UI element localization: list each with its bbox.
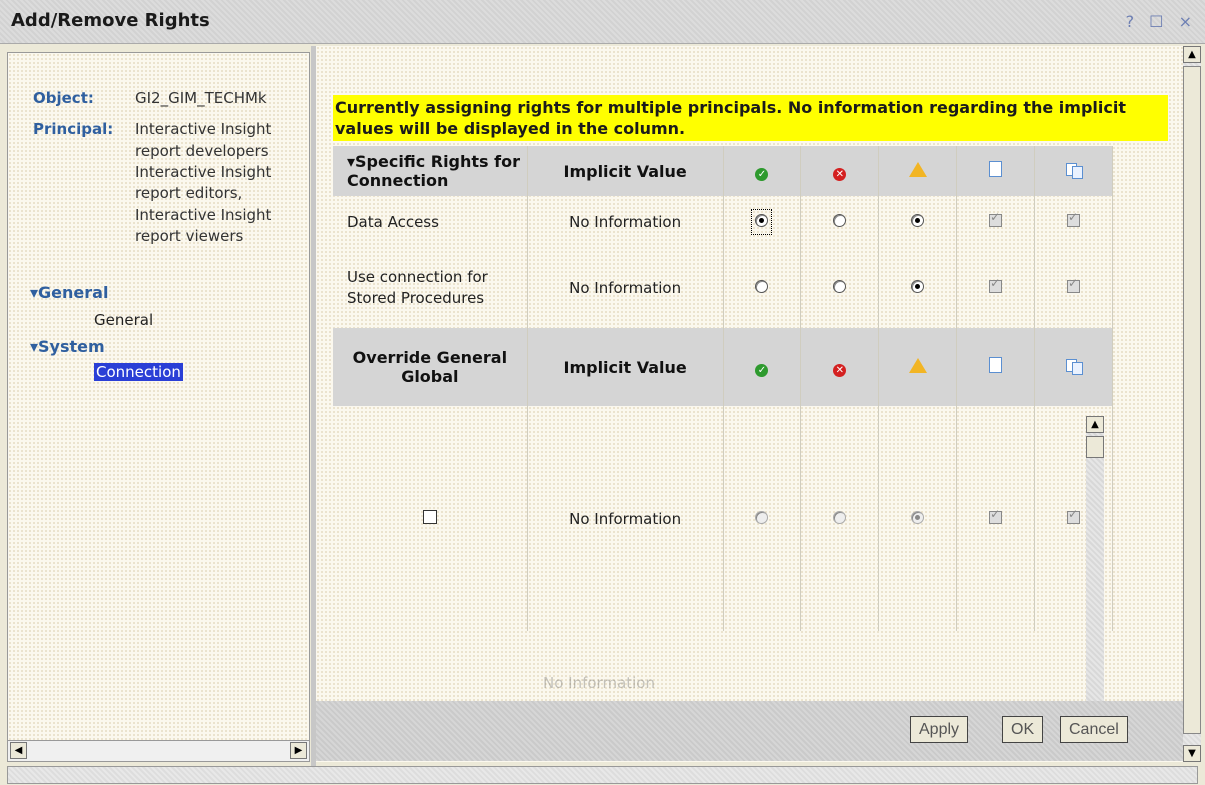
rights-table: ▾Specific Rights for Connection Implicit…: [333, 146, 1113, 631]
status-bar: [7, 766, 1198, 784]
implicit-value-header: Implicit Value: [527, 328, 724, 406]
maximize-icon[interactable]: ☐: [1149, 12, 1168, 31]
document-icon: [989, 357, 1003, 373]
tree-node-system[interactable]: ▾System: [30, 337, 105, 356]
granted-column-header: ✓: [723, 146, 802, 196]
tree-item-connection[interactable]: Connection: [94, 363, 183, 381]
apply-button[interactable]: Apply: [910, 716, 969, 743]
implicit-value: No Information: [543, 674, 655, 692]
denied-radio[interactable]: [833, 280, 847, 293]
object-value: GI2_GIM_TECHMk: [135, 89, 267, 107]
tree-node-general[interactable]: ▾General: [30, 283, 108, 302]
documents-icon: [1065, 358, 1083, 375]
document-icon: [989, 161, 1003, 177]
close-icon[interactable]: ×: [1179, 12, 1197, 31]
title-bar: Add/Remove Rights ? ☐ ×: [0, 0, 1205, 44]
object-label: Object:: [33, 89, 94, 107]
denied-radio[interactable]: [833, 214, 847, 227]
scroll-thumb[interactable]: [1183, 66, 1201, 734]
help-icon[interactable]: ?: [1126, 12, 1140, 31]
tree-item-general[interactable]: General: [94, 311, 153, 329]
denied-radio[interactable]: [833, 510, 847, 524]
check-green-icon: ✓: [755, 363, 769, 377]
apply-object-checkbox[interactable]: [989, 276, 1003, 293]
scroll-up-icon[interactable]: ▲: [1183, 46, 1201, 63]
table-row: Use connection for Stored Procedures No …: [333, 248, 1113, 328]
scroll-up-icon[interactable]: ▲: [1086, 416, 1104, 433]
scroll-down-icon[interactable]: ▼: [1183, 745, 1201, 762]
deny-red-icon: ✕: [833, 167, 847, 181]
left-pane: Object: GI2_GIM_TECHMk Principal: Intera…: [7, 52, 310, 762]
implicit-value: No Information: [527, 406, 724, 631]
scroll-left-icon[interactable]: ◀: [10, 742, 27, 759]
table-row: No Information: [333, 406, 1113, 631]
section-header-specific-rights[interactable]: ▾Specific Rights for Connection: [333, 146, 528, 196]
check-green-icon: ✓: [755, 167, 769, 181]
focus-outline: [751, 209, 773, 235]
apply-object-checkbox[interactable]: [989, 210, 1003, 227]
cancel-button[interactable]: Cancel: [1060, 716, 1128, 743]
table-header: Override General Global Implicit Value ✓…: [333, 328, 1113, 406]
inner-vertical-scrollbar[interactable]: ▲: [1086, 416, 1104, 701]
apply-subobject-column-header: [1034, 146, 1113, 196]
principal-line: Interactive Insight: [135, 206, 272, 224]
implicit-value: No Information: [527, 248, 724, 328]
granted-radio[interactable]: [755, 214, 769, 227]
apply-subobject-checkbox[interactable]: [1067, 276, 1081, 293]
denied-column-header: ✕: [800, 146, 880, 196]
not-specified-column-header: [878, 146, 958, 196]
principal-line: report developers: [135, 142, 269, 160]
vertical-scrollbar[interactable]: ▲ ▼: [1183, 46, 1201, 762]
apply-object-checkbox[interactable]: [989, 507, 1003, 524]
warning-icon: [908, 161, 927, 177]
override-checkbox[interactable]: [422, 509, 437, 524]
rights-pane: Currently assigning rights for multiple …: [316, 46, 1184, 762]
scroll-right-icon[interactable]: ▶: [290, 742, 307, 759]
not-specified-radio[interactable]: [911, 214, 925, 227]
scroll-thumb[interactable]: [1086, 436, 1104, 458]
partially-visible-row: No Information: [333, 656, 1113, 706]
ok-button[interactable]: OK: [1002, 716, 1044, 743]
multi-principal-banner: Currently assigning rights for multiple …: [333, 95, 1168, 141]
apply-object-column-header: [956, 146, 1036, 196]
section-header-override: Override General Global: [333, 328, 528, 406]
implicit-value-header: Implicit Value: [527, 146, 724, 196]
not-specified-radio[interactable]: [911, 510, 925, 524]
table-row: Data Access No Information: [333, 196, 1113, 248]
window-title: Add/Remove Rights: [11, 10, 210, 31]
principal-label: Principal:: [33, 120, 114, 138]
principal-line: Interactive Insight: [135, 120, 272, 138]
warning-icon: [908, 357, 927, 373]
table-header: ▾Specific Rights for Connection Implicit…: [333, 146, 1113, 196]
window-controls: ? ☐ ×: [1126, 12, 1197, 31]
horizontal-scrollbar[interactable]: ◀ ▶: [8, 740, 309, 761]
granted-radio[interactable]: [755, 280, 769, 293]
principal-line: Interactive Insight: [135, 163, 272, 181]
granted-radio[interactable]: [755, 510, 769, 524]
button-bar: Apply OK Cancel: [316, 701, 1184, 761]
implicit-value: No Information: [527, 196, 724, 248]
right-name: Use connection for Stored Procedures: [333, 248, 528, 328]
not-specified-radio[interactable]: [911, 280, 925, 293]
principal-line: report editors,: [135, 184, 243, 202]
documents-icon: [1065, 162, 1083, 179]
section-title: ▾Specific Rights for Connection: [347, 152, 520, 190]
deny-red-icon: ✕: [833, 363, 847, 377]
apply-subobject-checkbox[interactable]: [1067, 507, 1081, 524]
principal-line: report viewers: [135, 227, 244, 245]
right-name: Data Access: [333, 196, 528, 248]
apply-subobject-checkbox[interactable]: [1067, 210, 1081, 227]
